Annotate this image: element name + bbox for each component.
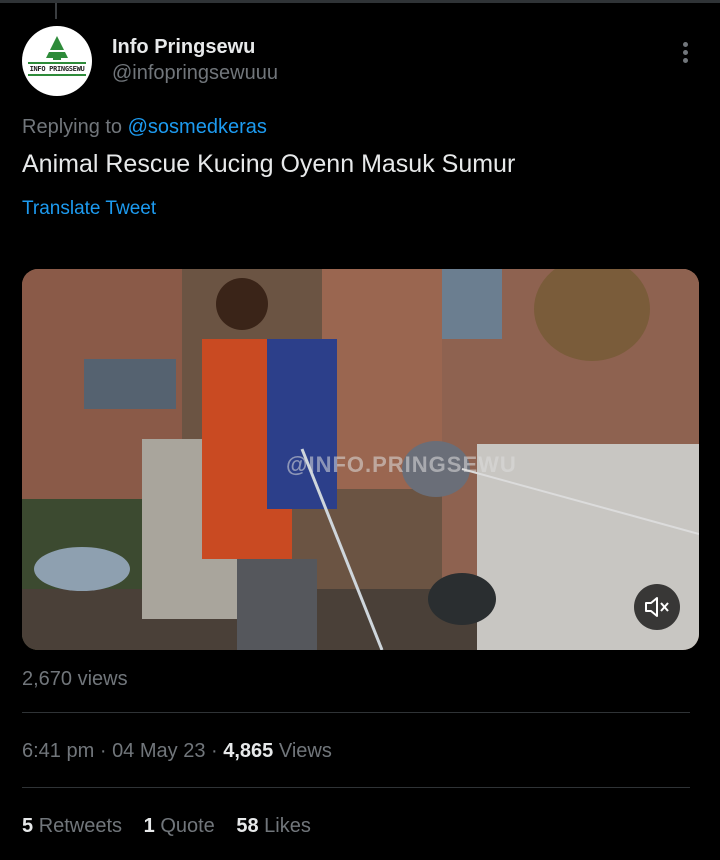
more-options-icon[interactable]: [680, 42, 690, 68]
video-watermark: @INFO.PRINGSEWU: [286, 452, 517, 477]
avatar-logo-icon: [46, 36, 68, 60]
replying-to: Replying to @sosmedkeras: [22, 116, 267, 139]
reply-mention-link[interactable]: @sosmedkeras: [128, 116, 267, 138]
avatar-logo-text: INFO PRINGSEWU: [29, 65, 85, 73]
divider: [22, 787, 690, 788]
author-handle[interactable]: @infopringsewuuu: [112, 62, 278, 85]
avatar[interactable]: INFO PRINGSEWU: [22, 26, 92, 96]
views-label: Views: [278, 740, 332, 762]
quotes-stat[interactable]: 1 Quote: [144, 815, 221, 837]
video-view-count: 2,670 views: [22, 668, 128, 690]
quotes-count: 1: [143, 815, 155, 837]
thread-connector-line: [55, 3, 57, 19]
tweet-date[interactable]: 04 May 23: [112, 740, 205, 762]
tweet-time[interactable]: 6:41 pm: [22, 740, 94, 762]
avatar-logo-bar: [28, 62, 86, 64]
quotes-label: Quote: [160, 815, 215, 837]
divider: [22, 712, 690, 713]
engagement-stats: 5 Retweets 1 Quote 58 Likes: [22, 815, 327, 838]
top-divider: [0, 0, 720, 3]
likes-stat[interactable]: 58 Likes: [236, 815, 311, 837]
author-name[interactable]: Info Pringsewu: [112, 36, 255, 59]
replying-prefix: Replying to: [22, 116, 123, 138]
tweet-text: Animal Rescue Kucing Oyenn Masuk Sumur: [22, 150, 516, 178]
speaker-muted-icon[interactable]: [634, 584, 680, 630]
likes-label: Likes: [264, 815, 311, 837]
tweet-meta: 6:41 pm · 04 May 23 · 4,865 Views: [22, 740, 332, 763]
avatar-logo-bar: [28, 74, 86, 76]
views-count: 4,865: [223, 740, 274, 762]
retweets-count: 5: [22, 815, 34, 837]
tweet-video[interactable]: @INFO.PRINGSEWU: [22, 269, 699, 650]
likes-count: 58: [236, 815, 259, 837]
retweets-stat[interactable]: 5 Retweets: [22, 815, 128, 837]
meta-separator: ·: [99, 740, 107, 762]
retweets-label: Retweets: [38, 815, 123, 837]
translate-tweet-link[interactable]: Translate Tweet: [22, 198, 156, 220]
meta-separator: ·: [211, 740, 218, 762]
